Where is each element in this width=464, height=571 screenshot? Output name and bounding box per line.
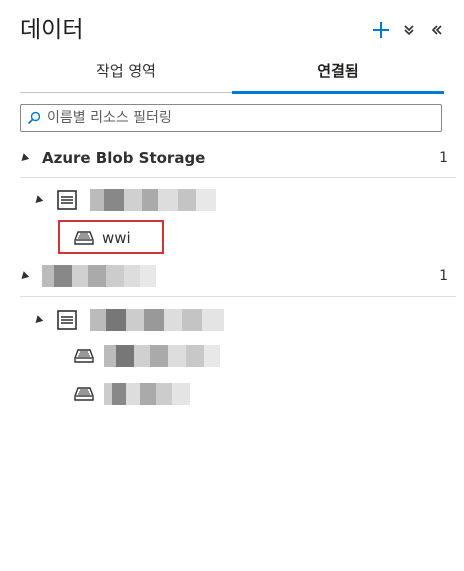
redacted-container-name (104, 345, 220, 367)
redacted-account-name (90, 309, 224, 331)
redacted-group-name (42, 265, 156, 287)
storage-account-icon (57, 310, 77, 330)
add-icon (373, 22, 389, 38)
divider (20, 177, 456, 178)
tab-bar: 작업 영역 연결됨 (20, 58, 444, 94)
container-icon (74, 387, 94, 401)
tree-container-2b[interactable] (74, 376, 456, 412)
tree-group-2[interactable]: 1 (18, 258, 456, 294)
group-count: 1 (439, 268, 448, 284)
collapse-down-icon (404, 25, 414, 36)
tree-storage-account-2[interactable] (32, 302, 456, 338)
expand-caret-icon[interactable] (18, 270, 30, 282)
header-actions (366, 14, 450, 46)
tab-workspace[interactable]: 작업 영역 (20, 58, 232, 92)
expand-caret-icon[interactable] (32, 314, 44, 326)
search-box[interactable] (20, 104, 442, 132)
group-count: 1 (439, 150, 448, 166)
expand-caret-icon[interactable] (32, 194, 44, 206)
panel-header: 데이터 (20, 14, 450, 48)
expand-caret-icon[interactable] (18, 152, 30, 164)
selection-highlight (58, 220, 164, 254)
collapse-left-icon (431, 25, 442, 35)
search-icon (21, 111, 47, 125)
divider (20, 296, 456, 297)
redacted-container-name (104, 383, 190, 405)
collapse-all-button[interactable] (396, 17, 422, 43)
search-input[interactable] (47, 110, 427, 126)
tree-container-2a[interactable] (74, 338, 456, 374)
redacted-account-name (90, 189, 216, 211)
add-button[interactable] (368, 17, 394, 43)
tree-storage-account[interactable] (32, 182, 456, 218)
group-label: Azure Blob Storage (42, 149, 206, 167)
container-icon (74, 349, 94, 363)
collapse-panel-button[interactable] (424, 17, 450, 43)
storage-account-icon (57, 190, 77, 210)
panel-title: 데이터 (20, 17, 84, 43)
tree-group-azure-blob[interactable]: Azure Blob Storage 1 (18, 140, 456, 176)
tab-linked[interactable]: 연결됨 (232, 58, 444, 94)
